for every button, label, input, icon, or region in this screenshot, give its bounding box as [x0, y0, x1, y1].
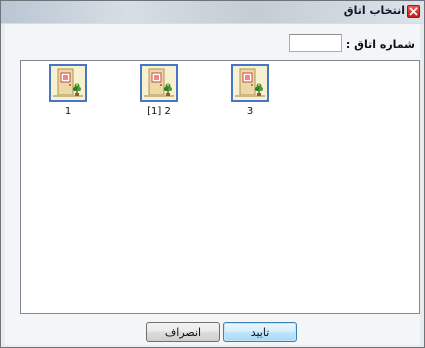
room-list[interactable]: 1 [1] 2 3	[20, 60, 420, 314]
room-item[interactable]: 3	[222, 64, 282, 154]
window-title: انتخاب اتاق	[343, 4, 405, 17]
room-door-icon	[49, 64, 87, 102]
room-door-icon	[231, 64, 269, 102]
cancel-button[interactable]: انصراف	[146, 322, 220, 342]
room-number-label: شماره اتاق :	[345, 38, 415, 51]
title-bar[interactable]: انتخاب اتاق	[1, 1, 424, 23]
dialog-body: شماره اتاق : 1 [1] 2 3 انصراف تایید	[5, 24, 420, 345]
room-number-input[interactable]	[289, 34, 342, 52]
confirm-button[interactable]: تایید	[223, 322, 297, 342]
app-close-icon[interactable]	[407, 5, 420, 18]
room-item[interactable]: 1	[40, 64, 100, 154]
room-door-icon	[140, 64, 178, 102]
room-item-label: 3	[246, 106, 254, 117]
room-item-label: 1	[64, 106, 72, 117]
room-item-label: [1] 2	[147, 106, 171, 117]
room-item[interactable]: [1] 2	[131, 64, 191, 154]
room-select-dialog: انتخاب اتاق شماره اتاق : 1 [1] 2 3 انصرا…	[0, 0, 425, 348]
